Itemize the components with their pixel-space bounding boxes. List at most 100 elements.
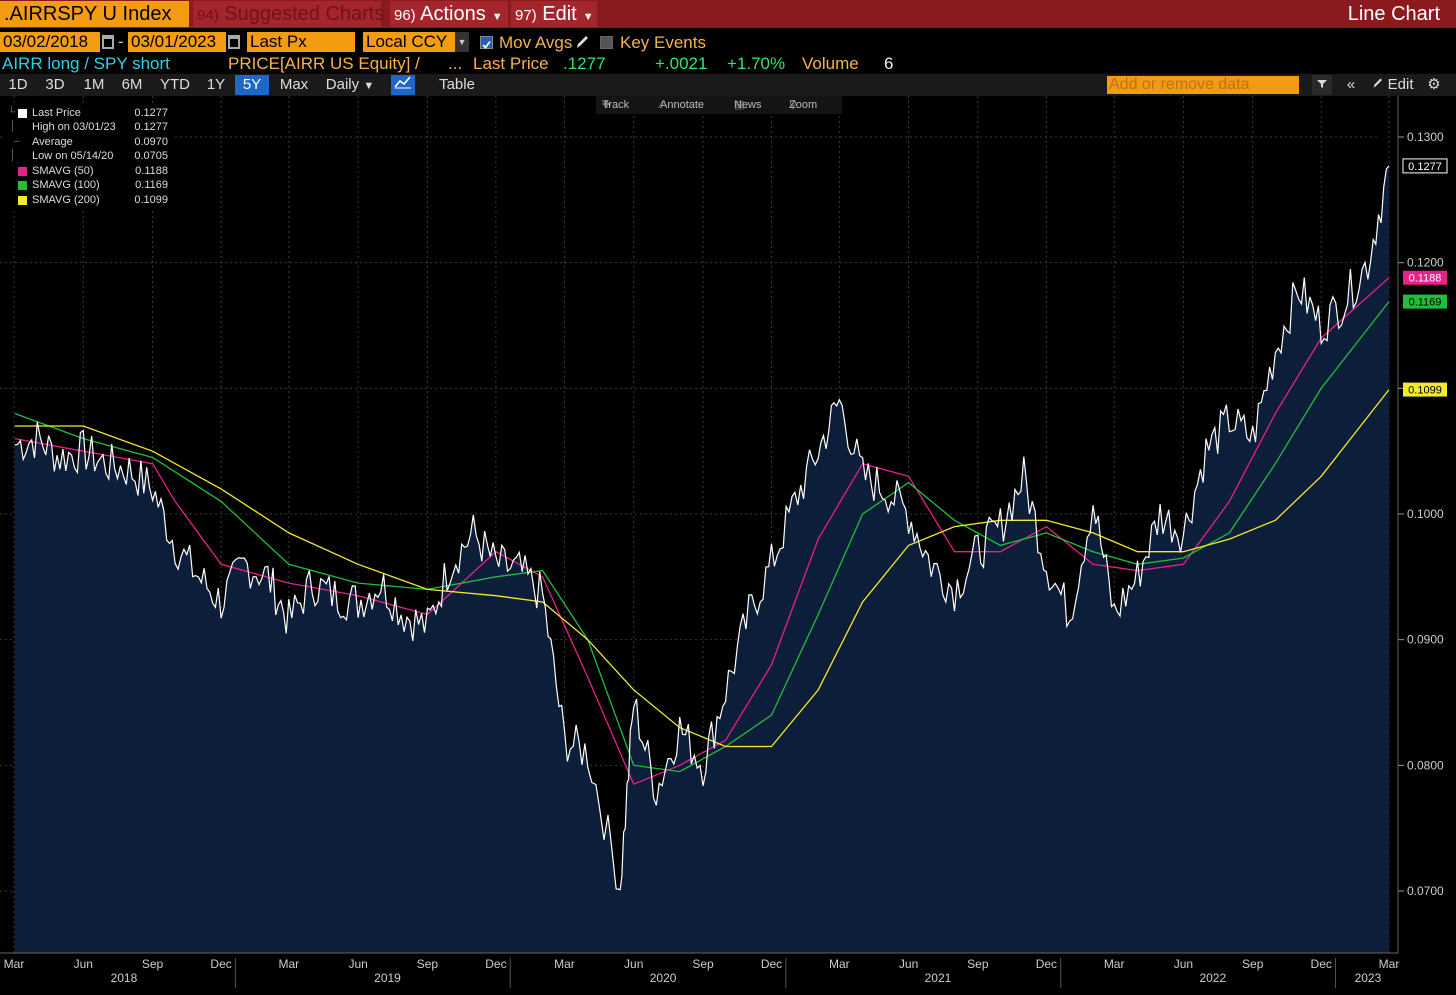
legend-value: 0.1277 (134, 107, 168, 119)
x-month-label: Dec (485, 957, 506, 971)
chart-options-row: 03/02/2018 - 03/01/2023 Last Px Local CC… (0, 32, 1456, 54)
suggested-charts-label: Suggested Charts (224, 3, 385, 25)
legend-item-smavg-100: SMAVG (100) 0.1169 (4, 178, 172, 192)
x-month-label: Mar (554, 957, 575, 971)
legend-swatch (18, 181, 27, 190)
x-month-label: Jun (1174, 957, 1193, 971)
range-button-3d[interactable]: 3D (40, 75, 70, 95)
x-month-label: Sep (692, 957, 714, 971)
x-month-label: Sep (417, 957, 439, 971)
legend-label: SMAVG (200) (32, 194, 100, 206)
range-button-6m[interactable]: 6M (116, 75, 148, 95)
gear-icon[interactable]: ⚙ (1424, 75, 1444, 95)
end-date-field[interactable]: 03/01/2023 (128, 32, 226, 52)
legend-swatch (18, 196, 27, 205)
date-separator: - (118, 32, 124, 51)
security-info-row: AIRR long / SPY short PRICE[AIRR US Equi… (0, 54, 1456, 74)
legend-swatch (18, 167, 27, 176)
last-value-text: 0.1188 (1409, 273, 1442, 285)
x-month-label: Dec (761, 957, 782, 971)
chevron-down-icon[interactable]: ▼ (455, 32, 469, 52)
formula-ellipsis[interactable]: ... (448, 54, 462, 74)
calendar-icon[interactable] (228, 35, 240, 49)
actions-num: 96) (394, 7, 416, 24)
edit-menu-button[interactable]: 97) Edit ▼ (511, 1, 597, 27)
y-tick-label: 0.0700 (1407, 884, 1444, 898)
x-year-label: 2021 (925, 971, 952, 985)
x-month-label: Mar (829, 957, 850, 971)
range-toolbar: 1D 3D 1M 6M YTD 1Y 5Y Max Daily ▼ Table … (0, 74, 1456, 96)
funnel-icon[interactable] (1312, 75, 1332, 95)
range-button-1y[interactable]: 1Y (200, 75, 232, 95)
x-month-label: Mar (1104, 957, 1125, 971)
price-chart[interactable]: 0.13000.12000.11000.10000.09000.08000.07… (0, 96, 1456, 995)
actions-menu-button[interactable]: 96) Actions ▼ (390, 1, 508, 27)
y-tick-label: 0.1300 (1407, 130, 1444, 144)
x-month-label: Sep (967, 957, 989, 971)
currency-selector[interactable]: Local CCY (363, 32, 455, 52)
start-date-field[interactable]: 03/02/2018 (0, 32, 100, 52)
legend-item-low: │ Low on 05/14/20 0.0705 (4, 149, 172, 163)
legend-item-smavg-50: SMAVG (50) 0.1188 (4, 164, 172, 178)
range-button-max[interactable]: Max (275, 75, 313, 95)
frequency-dropdown[interactable]: Daily ▼ (318, 75, 382, 95)
legend-label: SMAVG (50) (32, 165, 94, 177)
last-price-label: Last Price (473, 54, 549, 73)
tree-line-icon: └ (8, 107, 16, 118)
edit-label: Edit (542, 3, 577, 25)
x-year-label: 2023 (1355, 971, 1382, 985)
field-selector[interactable]: Last Px (247, 32, 355, 52)
x-year-label: 2022 (1199, 971, 1226, 985)
actions-label: Actions (420, 3, 486, 25)
chart-tool-strip: ✚ Track ∕ Annotate ▤ News ⚲ Zoom (596, 96, 842, 114)
last-value-text: 0.1099 (1408, 385, 1442, 397)
add-remove-data-input[interactable] (1107, 76, 1299, 94)
tree-line-icon: │ (10, 121, 17, 132)
ticker-box[interactable]: .AIRRSPY U Index (0, 1, 189, 27)
legend-item-high: │ High on 03/01/23 0.1277 (4, 120, 172, 134)
key-events-checkbox[interactable] (600, 36, 613, 49)
news-tool-label: News (734, 99, 762, 111)
legend-value: 0.1169 (135, 179, 168, 191)
title-bar: .AIRRSPY U Index 94) Suggested Charts 96… (0, 0, 1456, 28)
mov-avgs-label: Mov Avgs (499, 33, 573, 52)
edit-chart-button[interactable]: Edit (1368, 75, 1418, 95)
legend-value: 0.1277 (134, 121, 168, 133)
zoom-tool-label: Zoom (789, 99, 818, 111)
legend-value: 0.1188 (135, 165, 168, 177)
range-button-ytd[interactable]: YTD (156, 75, 194, 95)
range-button-1m[interactable]: 1M (78, 75, 110, 95)
x-month-label: Mar (279, 957, 300, 971)
chevron-down-icon: ▼ (582, 11, 594, 23)
range-button-1d[interactable]: 1D (4, 75, 32, 95)
x-month-label: Mar (4, 957, 25, 971)
tree-line-icon: │ (10, 150, 17, 161)
range-button-5y[interactable]: 5Y (235, 75, 269, 95)
x-year-label: 2018 (111, 971, 138, 985)
x-month-label: Sep (142, 957, 164, 971)
pencil-icon[interactable] (575, 34, 589, 55)
average-marker-icon: – (14, 136, 20, 147)
table-view-button[interactable]: Table (430, 75, 484, 95)
legend-value: 0.0705 (134, 150, 168, 162)
volume-label: Volume (802, 54, 859, 73)
x-year-label: 2019 (374, 971, 401, 985)
suggested-charts-button[interactable]: 94) Suggested Charts (193, 1, 385, 27)
y-tick-label: 0.0800 (1407, 758, 1444, 772)
chevron-down-icon: ▼ (363, 80, 375, 92)
legend-item-last-price: └ Last Price 0.1277 (4, 106, 172, 120)
chart-legend[interactable]: └ Last Price 0.1277 │ High on 03/01/23 0… (4, 104, 172, 210)
line-chart-toggle[interactable] (391, 75, 415, 95)
calendar-icon[interactable] (102, 35, 114, 49)
price-change-value: +.0021 (655, 54, 708, 73)
x-month-label: Dec (1036, 957, 1057, 971)
x-month-label: Mar (1379, 957, 1400, 971)
security-formula[interactable]: PRICE[AIRR US Equity] / (228, 54, 420, 74)
suggested-charts-num: 94) (197, 7, 219, 24)
legend-value: 0.1099 (134, 194, 168, 206)
mov-avgs-checkbox[interactable] (480, 36, 493, 49)
collapse-double-chevron-icon[interactable]: « (1340, 75, 1362, 95)
price-change-pct: +1.70% (727, 54, 786, 73)
x-month-label: Jun (74, 957, 93, 971)
pencil-icon (1374, 78, 1383, 88)
